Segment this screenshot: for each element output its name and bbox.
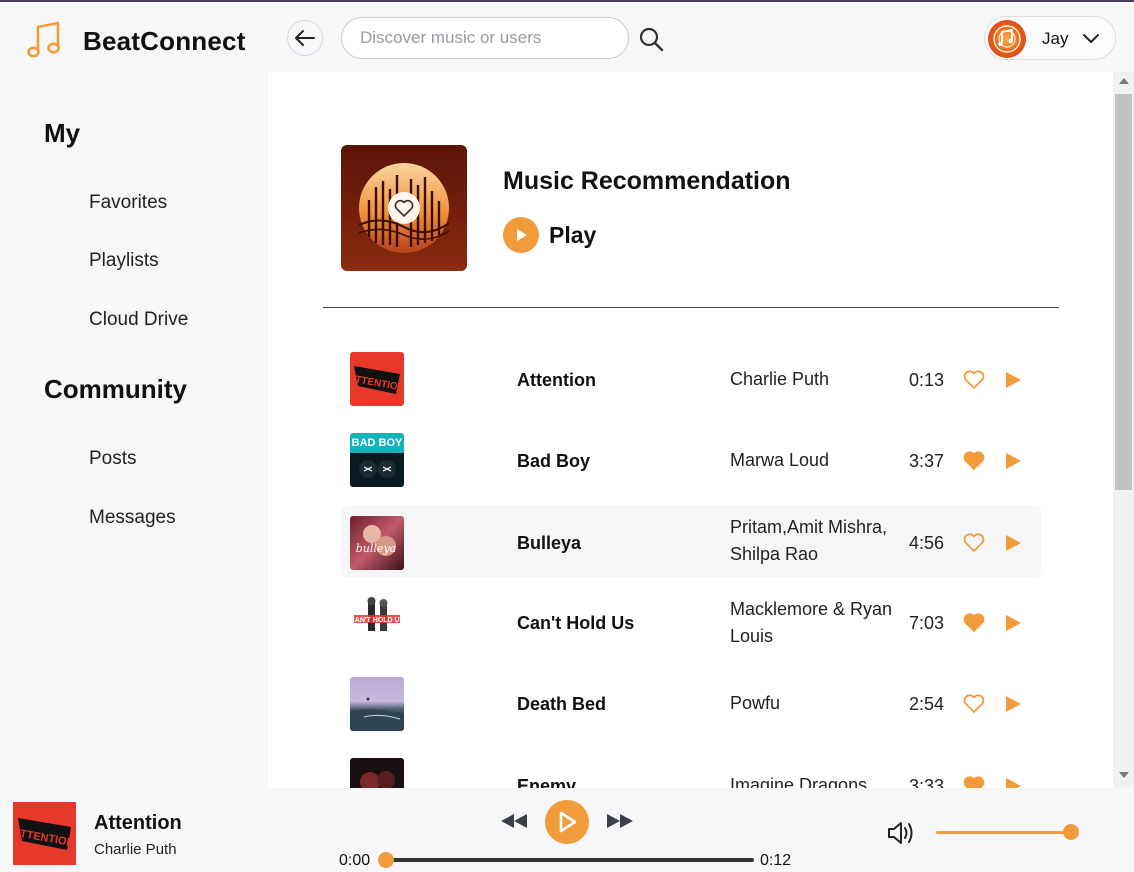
track-title: Enemy [517, 776, 577, 788]
track-row[interactable]: ATTENTION Attention Charlie Puth 0:13 [341, 342, 1041, 414]
sidebar-item-playlists[interactable]: Playlists [89, 250, 159, 272]
play-icon [559, 811, 577, 833]
scrollbar[interactable] [1113, 72, 1134, 788]
sidebar-item-messages[interactable]: Messages [89, 507, 176, 529]
progress-handle[interactable] [378, 852, 394, 868]
progress-bar[interactable] [378, 852, 754, 868]
avatar [988, 20, 1026, 58]
section-title-community: Community [44, 374, 187, 404]
heart-filled-icon[interactable] [963, 451, 985, 471]
page-title: Music Recommendation [503, 167, 791, 195]
playlist-cover [341, 145, 467, 271]
chevron-down-icon [1083, 34, 1099, 43]
play-all-label: Play [549, 221, 597, 248]
track-artist: Pritam,Amit Mishra, Shilpa Rao [730, 517, 888, 564]
sidebar-item-favorites[interactable]: Favorites [89, 192, 167, 214]
track-duration: 2:54 [909, 694, 945, 714]
sidebar-item-cloud-drive[interactable]: Cloud Drive [89, 309, 188, 331]
total-time: 0:12 [760, 852, 792, 869]
user-menu[interactable]: Jay [984, 16, 1116, 60]
sidebar-item-posts[interactable]: Posts [89, 448, 137, 470]
volume-icon[interactable] [886, 820, 916, 846]
sidebar: My Favorites Playlists Cloud Drive Commu… [0, 72, 268, 788]
fast-forward-icon[interactable] [605, 812, 635, 830]
track-artist: Charlie Puth [730, 369, 830, 389]
play-icon[interactable] [1003, 533, 1023, 553]
svg-text:BAD BOY: BAD BOY [352, 437, 403, 449]
track-duration: 0:13 [909, 370, 945, 390]
svg-text:bulleya: bulleya [356, 542, 396, 555]
arrow-left-icon [295, 30, 315, 46]
track-title: Bad Boy [517, 451, 591, 471]
scrollbar-thumb[interactable] [1115, 94, 1132, 490]
scroll-down-arrow-icon[interactable] [1119, 772, 1129, 778]
play-icon [503, 217, 539, 253]
track-row[interactable]: Death Bed Powfu 2:54 [341, 667, 1041, 739]
track-row[interactable]: Enemy Imagine Dragons 3:33 [341, 748, 1041, 788]
track-duration: 7:03 [909, 613, 945, 633]
track-title: Death Bed [517, 694, 607, 714]
volume-slider[interactable] [936, 824, 1079, 840]
play-icon[interactable] [1003, 694, 1023, 714]
divider [323, 307, 1059, 308]
section-title-my: My [44, 118, 81, 148]
search-icon[interactable] [638, 26, 664, 52]
now-playing-art: ATTENTION [13, 802, 76, 865]
track-artist: Imagine Dragons [730, 775, 868, 788]
play-pause-button[interactable] [545, 800, 589, 844]
current-time: 0:00 [339, 852, 371, 869]
scroll-up-arrow-icon[interactable] [1119, 78, 1129, 84]
album-art: ATTENTION [350, 352, 404, 406]
top-header: BeatConnect Jay [0, 2, 1134, 72]
user-name: Jay [1042, 29, 1069, 48]
heart-filled-icon[interactable] [963, 776, 985, 788]
app-name: BeatConnect [83, 26, 246, 56]
track-artist: Marwa Loud [730, 450, 830, 470]
album-art: bulleya [350, 516, 404, 570]
player-bar: ATTENTION Attention Charlie Puth 0:00 0:… [0, 788, 1134, 872]
album-art [350, 758, 404, 788]
heart-filled-icon[interactable] [963, 613, 985, 633]
play-icon[interactable] [1003, 613, 1023, 633]
track-duration: 3:37 [909, 451, 945, 471]
music-note-icon [27, 21, 60, 58]
track-artist: Macklemore & Ryan Louis [730, 599, 893, 646]
play-all-button[interactable]: Play [503, 217, 596, 253]
track-duration: 4:56 [909, 533, 945, 553]
rewind-icon[interactable] [499, 812, 529, 830]
track-row[interactable]: bulleya Bulleya Pritam,Amit Mishra, Shil… [341, 506, 1041, 578]
search-input[interactable] [341, 17, 629, 59]
track-title: Bulleya [517, 533, 582, 553]
play-icon[interactable] [1003, 776, 1023, 788]
heart-outline-icon[interactable] [963, 694, 985, 714]
main-content: Music Recommendation Play ATTENTION Atte… [268, 72, 1113, 788]
play-icon[interactable] [1003, 451, 1023, 471]
track-artist: Powfu [730, 693, 781, 713]
now-playing-title: Attention [94, 812, 182, 834]
track-title: Attention [517, 370, 596, 390]
track-row[interactable]: BAD BOY Bad Boy Marwa Loud 3:37 [341, 423, 1041, 495]
volume-handle[interactable] [1063, 824, 1079, 840]
back-button[interactable] [287, 20, 323, 56]
track-duration: 3:33 [909, 776, 945, 788]
track-row[interactable]: CAN'T HOLD US Can't Hold Us Macklemore &… [341, 585, 1041, 657]
album-art [350, 677, 404, 731]
album-art: BAD BOY [350, 433, 404, 487]
now-playing-artist: Charlie Puth [94, 841, 177, 858]
svg-text:CAN'T HOLD US: CAN'T HOLD US [350, 617, 404, 624]
heart-outline-icon[interactable] [963, 533, 985, 553]
album-art: CAN'T HOLD US [350, 595, 404, 649]
track-title: Can't Hold Us [517, 613, 635, 633]
play-icon[interactable] [1003, 370, 1023, 390]
heart-outline-icon[interactable] [963, 370, 985, 390]
